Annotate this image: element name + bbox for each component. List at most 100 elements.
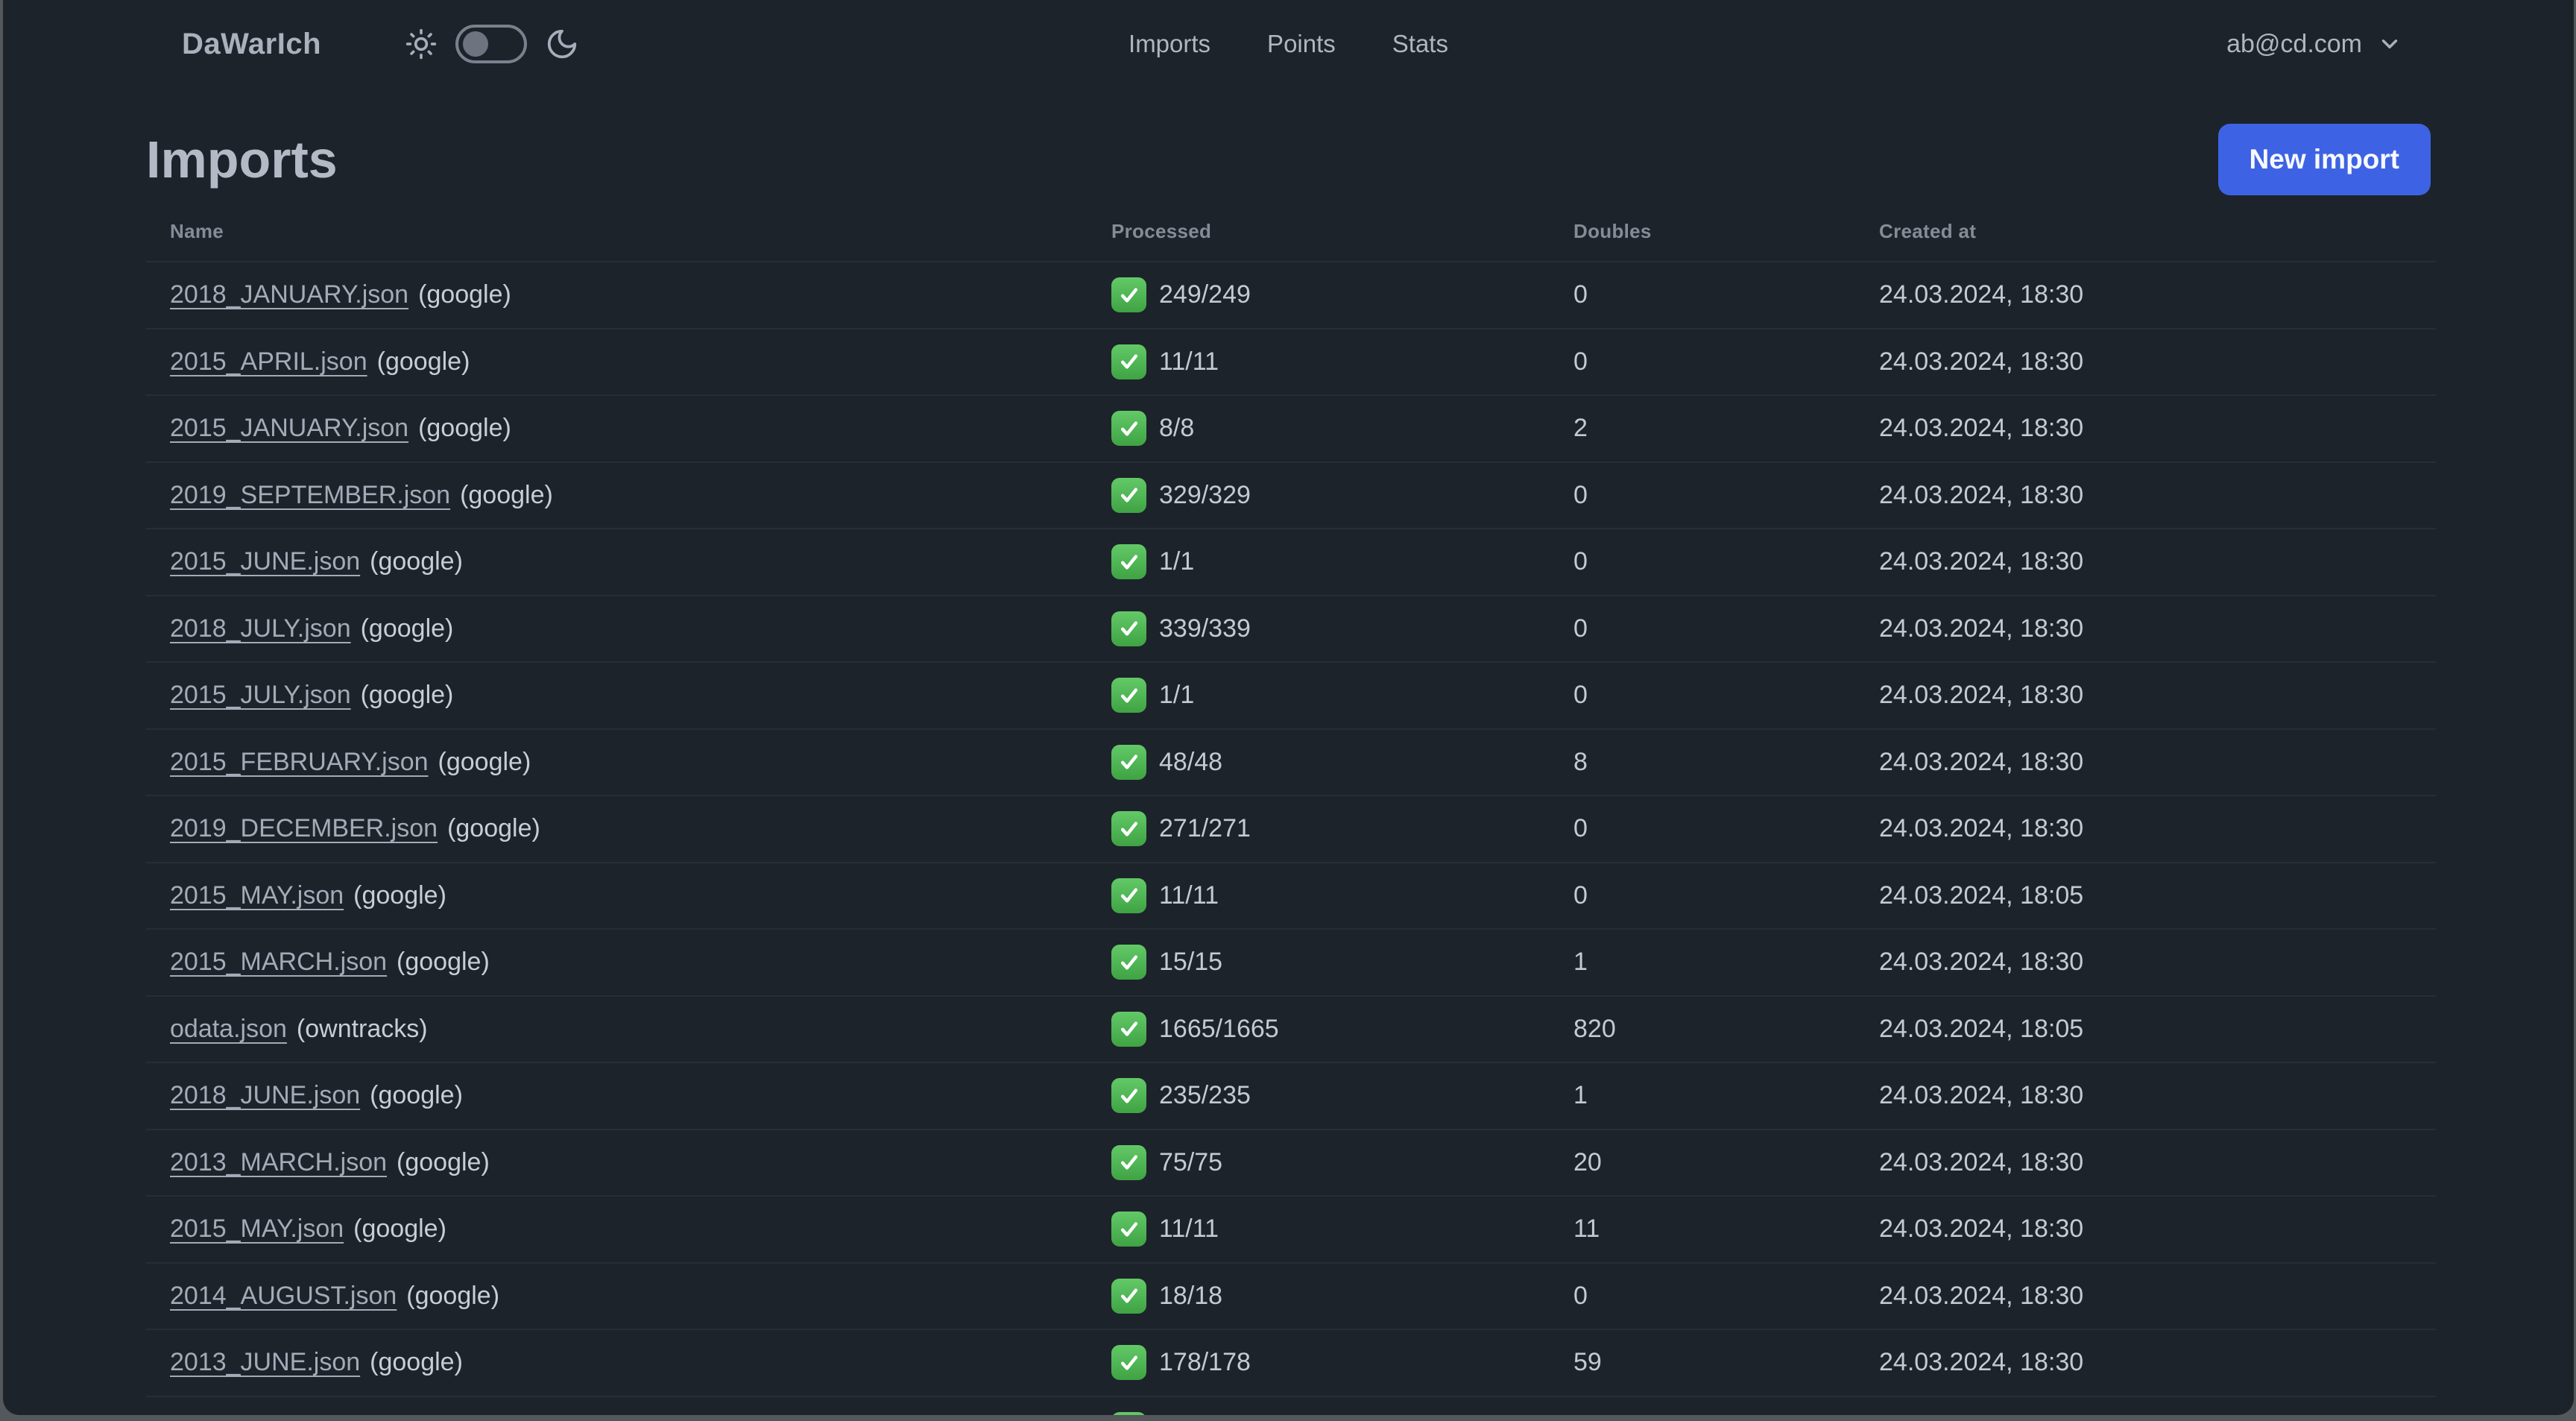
import-file-link[interactable]: 2015_APRIL.json bbox=[170, 347, 367, 376]
nav-item-stats[interactable]: Stats bbox=[1392, 30, 1448, 58]
import-file-link[interactable]: 2018_JANUARY.json bbox=[170, 280, 408, 309]
name-cell: 2015_MAY.json (google) bbox=[146, 1196, 1087, 1264]
processed-count: 329/329 bbox=[1159, 480, 1251, 509]
processed-count: 11/11 bbox=[1159, 347, 1219, 376]
import-file-link[interactable]: 2018_JULY.json bbox=[170, 614, 351, 643]
table-row: 2019_DECEMBER.json (google) 271/271 0 24.… bbox=[146, 795, 2436, 863]
column-header-name: Name bbox=[146, 201, 1087, 262]
name-cell: 2014_AUGUST.json (google) bbox=[146, 1262, 1087, 1330]
success-check-icon bbox=[1111, 344, 1146, 379]
chevron-down-icon bbox=[2377, 31, 2402, 57]
name-cell: 2019_SEPTEMBER.json (google) bbox=[146, 461, 1087, 529]
name-cell: odata.json (owntracks) bbox=[146, 995, 1087, 1063]
processed-cell: 329/329 bbox=[1111, 477, 1526, 513]
sun-icon bbox=[405, 28, 438, 60]
table-row: 2015_MARCH.json (google) 15/15 1 24.03.20… bbox=[146, 929, 2436, 997]
import-file-link[interactable]: 2015_FEBRUARY.json bbox=[170, 748, 429, 776]
new-import-button[interactable]: New import bbox=[2217, 124, 2431, 195]
processed-count: 249/249 bbox=[1159, 280, 1251, 309]
created-at: 24.03.2024, 18:30 bbox=[1855, 795, 2436, 863]
table-row: 2015_JANUARY.json (google) 8/8 2 24.03.20… bbox=[146, 395, 2436, 463]
import-file-link[interactable]: 2015_JUNE.json bbox=[170, 547, 360, 576]
doubles-count: 0 bbox=[1550, 795, 1855, 863]
import-source-label: (google) bbox=[360, 614, 454, 643]
import-source-label: (google) bbox=[438, 747, 531, 776]
import-source-label: (google) bbox=[353, 1214, 446, 1244]
created-at: 24.03.2024, 18:05 bbox=[1855, 862, 2436, 930]
theme-toggle-group bbox=[405, 25, 579, 63]
created-at: 24.03.2024, 18:30 bbox=[1855, 662, 2436, 730]
processed-cell: 15/15 bbox=[1111, 945, 1526, 980]
table-row: 2015_JUNE.json (google) 1/1 0 24.03.2024,… bbox=[146, 529, 2436, 596]
processed-count: 271/271 bbox=[1159, 814, 1251, 843]
import-source-label: (google) bbox=[376, 347, 470, 376]
processed-count: 15/15 bbox=[1159, 948, 1223, 977]
doubles-count: 0 bbox=[1550, 262, 1855, 330]
table-row: 2015_JULY.json (google) 1/1 0 24.03.2024,… bbox=[146, 662, 2436, 730]
app-window: DaWarIch Imports Points Stats ab@cd.com … bbox=[3, 0, 2574, 1415]
import-file-link[interactable]: 2019_DECEMBER.json bbox=[170, 814, 438, 842]
import-source-label: (owntracks) bbox=[296, 1014, 428, 1043]
success-check-icon bbox=[1111, 277, 1146, 313]
column-header-created-at: Created at bbox=[1855, 201, 2436, 262]
processed-cell: 271/271 bbox=[1111, 811, 1526, 847]
created-at: 24.03.2024, 18:30 bbox=[1855, 1062, 2436, 1130]
nav-item-imports[interactable]: Imports bbox=[1128, 30, 1210, 58]
import-file-link[interactable]: 2015_JANUARY.json bbox=[170, 414, 408, 442]
processed-count: 235/235 bbox=[1159, 1081, 1251, 1110]
name-cell bbox=[146, 1396, 1087, 1415]
created-at: 24.03.2024, 18:30 bbox=[1855, 929, 2436, 997]
import-file-link[interactable]: 2014_AUGUST.json bbox=[170, 1282, 397, 1310]
table-row: 2015_APRIL.json (google) 11/11 0 24.03.20… bbox=[146, 328, 2436, 396]
table-row: 2013_MARCH.json (google) 75/75 20 24.03.2… bbox=[146, 1129, 2436, 1197]
import-file-link[interactable]: 2015_JULY.json bbox=[170, 681, 351, 709]
processed-cell: 339/339 bbox=[1111, 611, 1526, 646]
app-logo[interactable]: DaWarIch bbox=[182, 28, 321, 61]
processed-count: 1665/1665 bbox=[1159, 1014, 1279, 1043]
processed-cell: 1/1 bbox=[1111, 678, 1526, 713]
processed-cell: 1/1 bbox=[1111, 544, 1526, 580]
success-check-icon bbox=[1111, 1011, 1146, 1047]
import-file-link[interactable]: 2015_MARCH.json bbox=[170, 948, 387, 976]
table-row: 2013_JUNE.json (google) 178/178 59 24.03.… bbox=[146, 1329, 2436, 1397]
import-file-link[interactable]: 2013_MARCH.json bbox=[170, 1148, 387, 1176]
account-menu[interactable]: ab@cd.com bbox=[2226, 30, 2402, 59]
import-source-label: (google) bbox=[370, 1081, 463, 1110]
doubles-count: 0 bbox=[1550, 595, 1855, 663]
import-file-link[interactable]: 2013_JUNE.json bbox=[170, 1348, 360, 1376]
doubles-count: 0 bbox=[1550, 662, 1855, 730]
success-check-icon bbox=[1111, 611, 1146, 646]
created-at: 24.03.2024, 18:05 bbox=[1855, 995, 2436, 1063]
imports-table: Name Processed Doubles Created at 2018_J… bbox=[146, 201, 2436, 1415]
success-check-icon bbox=[1111, 1411, 1146, 1415]
name-cell: 2015_MAY.json (google) bbox=[146, 862, 1087, 930]
account-email: ab@cd.com bbox=[2226, 29, 2362, 58]
import-source-label: (google) bbox=[397, 948, 490, 977]
import-source-label: (google) bbox=[406, 1281, 500, 1310]
theme-toggle[interactable] bbox=[455, 25, 528, 63]
import-file-link[interactable]: 2015_MAY.json bbox=[170, 1214, 344, 1243]
nav-item-points[interactable]: Points bbox=[1267, 30, 1336, 58]
doubles-count: 8 bbox=[1550, 728, 1855, 796]
processed-count: 8/8 bbox=[1159, 414, 1195, 443]
import-file-link[interactable]: odata.json bbox=[170, 1015, 287, 1043]
import-file-link[interactable]: 2019_SEPTEMBER.json bbox=[170, 481, 450, 509]
success-check-icon bbox=[1111, 678, 1146, 713]
success-check-icon bbox=[1111, 811, 1146, 847]
processed-count: 18/18 bbox=[1159, 1281, 1223, 1310]
table-row: odata.json (owntracks) 1665/1665 820 24.0… bbox=[146, 995, 2436, 1063]
import-file-link[interactable]: 2015_MAY.json bbox=[170, 881, 344, 910]
import-source-label: (google) bbox=[370, 1348, 463, 1377]
processed-count: 178/178 bbox=[1159, 1348, 1251, 1377]
processed-cell: 18/18 bbox=[1111, 1278, 1526, 1314]
success-check-icon bbox=[1111, 1278, 1146, 1314]
import-file-link[interactable]: 2018_JUNE.json bbox=[170, 1081, 360, 1109]
processed-count: 75/75 bbox=[1159, 1147, 1223, 1176]
table-row: 2019_SEPTEMBER.json (google) 329/329 0 24… bbox=[146, 461, 2436, 529]
doubles-count: 1 bbox=[1550, 929, 1855, 997]
processed-cell: 178/178 bbox=[1111, 1345, 1526, 1381]
name-cell: 2015_FEBRUARY.json (google) bbox=[146, 728, 1087, 796]
title-row: Imports New import bbox=[146, 124, 2431, 195]
processed-cell: 235/235 bbox=[1111, 1078, 1526, 1114]
success-check-icon bbox=[1111, 878, 1146, 913]
